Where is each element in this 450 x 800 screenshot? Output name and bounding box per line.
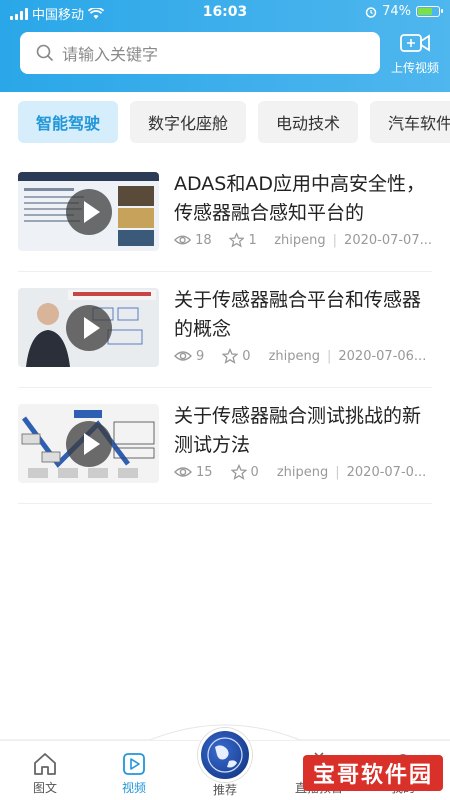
meta-divider: | xyxy=(332,232,338,248)
author-name: zhipeng xyxy=(276,464,329,480)
play-icon[interactable] xyxy=(65,188,112,235)
publish-date: 2020-07-06... xyxy=(338,348,427,364)
video-play-icon xyxy=(123,753,145,775)
star-icon[interactable] xyxy=(230,464,247,480)
search-placeholder: 请输入关键字 xyxy=(62,45,159,64)
app-header: 中国移动 16:03 74% 请输入关键字 上传视频 xyxy=(0,0,450,92)
nav-item-articles[interactable]: 图文 xyxy=(10,749,80,796)
video-list-item[interactable]: ADAS和AD应用中高安全性，传感器融合感知平台的 18 1 zhipeng |… xyxy=(18,156,432,272)
status-bar: 中国移动 16:03 74% xyxy=(0,0,450,26)
star-count: 0 xyxy=(250,464,259,480)
battery-icon xyxy=(416,6,443,17)
star-icon[interactable] xyxy=(222,348,239,364)
video-list-item[interactable]: 关于传感器融合平台和传感器的概念 9 0 zhipeng | 2020-07-0… xyxy=(18,272,432,388)
tab-smart-driving[interactable]: 智能驾驶 xyxy=(18,101,119,143)
search-input[interactable]: 请输入关键字 xyxy=(20,32,380,74)
view-count: 9 xyxy=(196,348,205,364)
nav-label: 视频 xyxy=(121,781,146,795)
meta-divider: | xyxy=(326,348,332,364)
nav-item-video[interactable]: 视频 xyxy=(99,749,169,796)
view-count: 15 xyxy=(196,464,213,480)
meta-divider: | xyxy=(335,464,340,480)
author-name: zhipeng xyxy=(274,232,326,248)
watermark-logo: 宝哥软件园 xyxy=(303,755,443,791)
video-title[interactable]: 关于传感器融合测试挑战的新测试方法 xyxy=(174,402,432,460)
house-icon xyxy=(34,753,56,775)
video-title[interactable]: 关于传感器融合平台和传感器的概念 xyxy=(174,286,432,344)
video-meta: 9 0 zhipeng | 2020-07-06... xyxy=(174,348,432,364)
upload-video-button[interactable]: 上传视频 xyxy=(386,32,444,76)
nav-label: 图文 xyxy=(32,781,57,795)
recommend-globe-button[interactable] xyxy=(198,728,252,782)
globe-icon xyxy=(207,737,243,773)
tab-auto-software[interactable]: 汽车软件 xyxy=(370,101,450,143)
tab-electric-tech[interactable]: 电动技术 xyxy=(258,101,359,143)
publish-date: 2020-07-07... xyxy=(344,232,432,248)
video-thumbnail[interactable] xyxy=(18,288,159,367)
video-camera-icon xyxy=(400,34,430,52)
category-tabs: 智能驾驶 数字化座舱 电动技术 汽车软件 xyxy=(0,92,450,152)
star-count: 0 xyxy=(242,348,251,364)
video-list-item[interactable]: 关于传感器融合测试挑战的新测试方法 15 0 zhipeng | 2020-07… xyxy=(18,388,432,504)
tab-digital-cockpit[interactable]: 数字化座舱 xyxy=(130,101,247,143)
play-icon[interactable] xyxy=(65,420,112,467)
star-count: 1 xyxy=(248,232,257,248)
nav-label-recommend[interactable]: 推荐 xyxy=(200,781,250,798)
status-right: 74% xyxy=(365,4,443,19)
video-thumbnail[interactable] xyxy=(18,172,159,251)
eye-icon xyxy=(174,235,192,245)
video-thumbnail[interactable] xyxy=(18,404,159,483)
author-name: zhipeng xyxy=(268,348,320,364)
search-icon xyxy=(36,44,54,62)
alarm-icon xyxy=(365,6,377,18)
view-count: 18 xyxy=(195,232,212,248)
eye-icon xyxy=(174,351,192,361)
star-icon[interactable] xyxy=(229,232,245,248)
eye-icon xyxy=(174,467,192,477)
video-title[interactable]: ADAS和AD应用中高安全性，传感器融合感知平台的 xyxy=(174,170,432,228)
play-icon[interactable] xyxy=(65,304,112,351)
battery-percent: 74% xyxy=(382,4,411,19)
video-meta: 15 0 zhipeng | 2020-07-0... xyxy=(174,464,432,480)
publish-date: 2020-07-0... xyxy=(346,464,427,480)
video-list: ADAS和AD应用中高安全性，传感器融合感知平台的 18 1 zhipeng |… xyxy=(0,156,450,504)
upload-video-label: 上传视频 xyxy=(390,61,439,75)
video-meta: 18 1 zhipeng | 2020-07-07... xyxy=(174,232,432,248)
